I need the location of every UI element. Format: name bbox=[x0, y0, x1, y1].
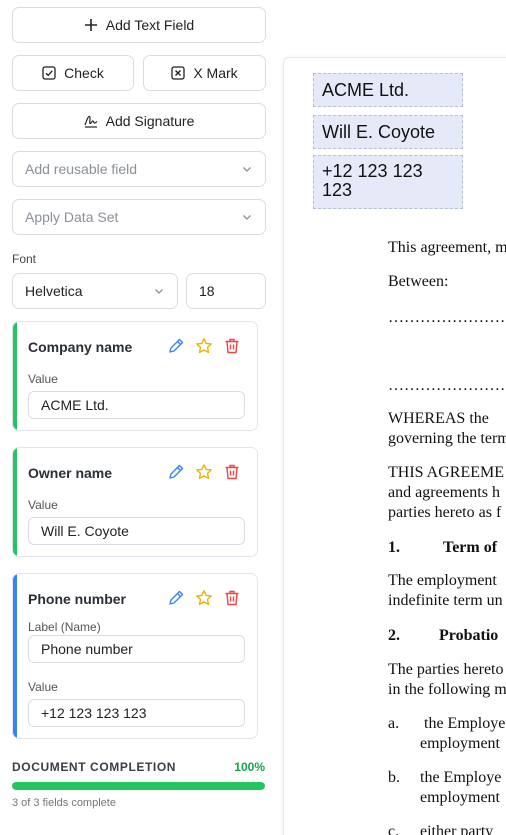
doc-list-marker: a. bbox=[388, 715, 400, 732]
doc-line: The parties hereto bbox=[388, 661, 504, 678]
placed-field-phone[interactable]: +12 123 123 123 bbox=[313, 155, 463, 209]
phone-number-value-input[interactable]: +12 123 123 123 bbox=[28, 699, 245, 727]
field-card-phone-number: Phone number Label (Name) Phone number V… bbox=[12, 573, 258, 739]
doc-line: This agreement, m bbox=[388, 239, 506, 256]
placed-field-company[interactable]: ACME Ltd. bbox=[313, 73, 463, 107]
plus-icon bbox=[84, 19, 97, 31]
field-card-owner-name: Owner name Value Will E. Coyote bbox=[12, 447, 258, 557]
doc-list-marker: b. bbox=[388, 769, 400, 786]
add-text-field-label: Add Text Field bbox=[105, 17, 195, 33]
name-label: Label (Name) bbox=[28, 620, 101, 634]
placed-field-owner[interactable]: Will E. Coyote bbox=[313, 115, 463, 149]
doc-section-number: 2. bbox=[388, 627, 400, 644]
doc-line: and agreements h bbox=[388, 484, 500, 501]
completion-progress-bar bbox=[12, 782, 265, 790]
value-label: Value bbox=[28, 498, 58, 512]
font-size-value: 18 bbox=[199, 283, 215, 299]
doc-line: The employment bbox=[388, 572, 497, 589]
document-page: ACME Ltd. Will E. Coyote +12 123 123 123… bbox=[283, 57, 506, 835]
check-label: Check bbox=[64, 65, 104, 81]
doc-line: WHEREAS the bbox=[388, 410, 489, 427]
x-mark-button[interactable]: X Mark bbox=[143, 55, 266, 91]
doc-line: governing the term bbox=[388, 430, 506, 447]
doc-list-marker: c. bbox=[388, 823, 400, 835]
card-accent-bar bbox=[13, 574, 17, 738]
doc-line: the Employe bbox=[420, 769, 502, 786]
doc-section-heading: Probatio bbox=[439, 627, 499, 644]
value-label: Value bbox=[28, 372, 58, 386]
chevron-down-icon bbox=[243, 167, 251, 172]
doc-line: employment bbox=[420, 735, 500, 752]
doc-line: either party bbox=[420, 823, 494, 835]
progress-fill bbox=[12, 782, 265, 790]
font-family-value: Helvetica bbox=[25, 283, 83, 299]
add-signature-label: Add Signature bbox=[105, 113, 195, 129]
edit-icon[interactable] bbox=[167, 589, 185, 607]
trash-icon[interactable] bbox=[223, 463, 241, 481]
doc-line: employment bbox=[420, 789, 500, 806]
card-accent-bar bbox=[13, 322, 17, 430]
field-title: Phone number bbox=[28, 591, 127, 607]
doc-line: indefinite term un bbox=[388, 592, 503, 609]
completion-label: DOCUMENT COMPLETION bbox=[12, 760, 177, 774]
check-button[interactable]: Check bbox=[12, 55, 134, 91]
add-text-field-button[interactable]: Add Text Field bbox=[12, 7, 266, 43]
company-name-value-input[interactable]: ACME Ltd. bbox=[28, 391, 245, 419]
x-mark-label: X Mark bbox=[193, 65, 238, 81]
reusable-field-select[interactable]: Add reusable field bbox=[12, 151, 266, 187]
edit-icon[interactable] bbox=[167, 463, 185, 481]
field-card-company-name: Company name Value ACME Ltd. bbox=[12, 321, 258, 431]
phone-number-name-input[interactable]: Phone number bbox=[28, 635, 245, 663]
completion-summary: 3 of 3 fields complete bbox=[12, 797, 116, 809]
doc-dotted-line: …………………… bbox=[388, 309, 506, 326]
field-title: Company name bbox=[28, 339, 133, 355]
card-accent-bar bbox=[13, 448, 17, 556]
doc-line: the Employe bbox=[424, 715, 506, 732]
owner-name-value-input[interactable]: Will E. Coyote bbox=[28, 517, 245, 545]
doc-line: THIS AGREEME bbox=[388, 464, 504, 481]
star-icon[interactable] bbox=[195, 463, 213, 481]
star-icon[interactable] bbox=[195, 337, 213, 355]
font-size-input[interactable]: 18 bbox=[186, 273, 266, 309]
reusable-field-placeholder: Add reusable field bbox=[25, 161, 138, 177]
data-set-placeholder: Apply Data Set bbox=[25, 209, 119, 225]
doc-dotted-line: …………………… bbox=[388, 377, 506, 394]
trash-icon[interactable] bbox=[223, 589, 241, 607]
doc-section-number: 1. bbox=[388, 539, 400, 556]
star-icon[interactable] bbox=[195, 589, 213, 607]
doc-section-heading: Term of bbox=[443, 539, 498, 556]
font-label: Font bbox=[12, 252, 37, 266]
x-square-icon bbox=[171, 66, 185, 80]
trash-icon[interactable] bbox=[223, 337, 241, 355]
font-family-select[interactable]: Helvetica bbox=[12, 273, 178, 309]
doc-line: in the following m bbox=[388, 681, 506, 698]
value-label: Value bbox=[28, 680, 58, 694]
add-signature-button[interactable]: Add Signature bbox=[12, 103, 266, 139]
doc-line: Between: bbox=[388, 273, 449, 290]
chevron-down-icon bbox=[155, 289, 163, 294]
signature-icon bbox=[84, 115, 98, 128]
check-square-icon bbox=[42, 66, 56, 80]
field-title: Owner name bbox=[28, 465, 113, 481]
chevron-down-icon bbox=[243, 215, 251, 220]
doc-line: parties hereto as f bbox=[388, 504, 502, 521]
data-set-select[interactable]: Apply Data Set bbox=[12, 199, 266, 235]
edit-icon[interactable] bbox=[167, 337, 185, 355]
completion-percent: 100% bbox=[234, 760, 265, 774]
